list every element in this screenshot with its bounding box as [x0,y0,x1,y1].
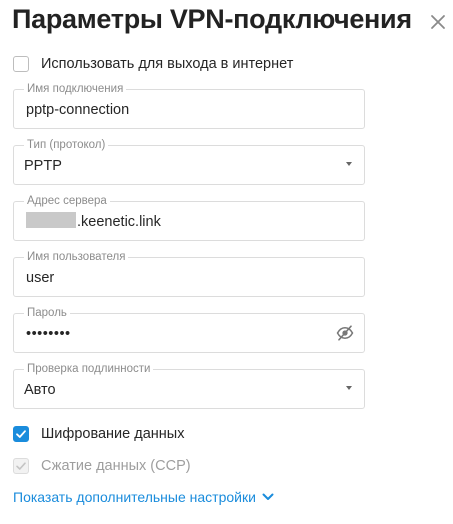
close-icon[interactable] [428,12,448,32]
username-field[interactable]: Имя пользователя user [13,250,365,297]
encryption-checkbox-row[interactable]: Шифрование данных [13,424,184,444]
auth-check-select[interactable]: Проверка подлинности Авто [13,362,365,409]
server-address-value: .keenetic.link [77,214,161,230]
dialog-title: Параметры VPN-подключения [12,4,412,34]
connection-name-input[interactable]: pptp-connection [26,90,129,128]
show-advanced-settings-label: Показать дополнительные настройки [13,489,256,505]
encryption-label: Шифрование данных [41,426,185,442]
chevron-down-icon [262,493,274,500]
use-for-internet-checkbox-row[interactable]: Использовать для выхода в интернет [13,54,293,74]
protocol-value: PPTP [24,158,62,174]
use-for-internet-label: Использовать для выхода в интернет [41,56,294,72]
checkmark-icon [16,430,26,438]
compression-checkbox [13,458,29,474]
eye-off-icon[interactable] [336,324,354,342]
use-for-internet-checkbox[interactable] [13,56,29,72]
server-address-input[interactable]: .keenetic.link [26,202,161,240]
checkmark-icon [16,462,26,470]
compression-label: Сжатие данных (CCP) [41,458,191,474]
encryption-checkbox[interactable] [13,426,29,442]
dropdown-arrow-icon [346,162,352,166]
compression-checkbox-row: Сжатие данных (CCP) [13,456,191,476]
password-field[interactable]: Пароль •••••••• [13,306,365,353]
redacted-block [26,212,76,229]
dropdown-arrow-icon [346,386,352,390]
server-address-field[interactable]: Адрес сервера .keenetic.link [13,194,365,241]
username-input[interactable]: user [26,258,54,296]
password-input[interactable]: •••••••• [26,314,71,352]
auth-check-value: Авто [24,382,56,398]
connection-name-field[interactable]: Имя подключения pptp-connection [13,82,365,129]
protocol-select[interactable]: Тип (протокол) PPTP [13,138,365,185]
show-advanced-settings-link[interactable]: Показать дополнительные настройки [13,489,274,505]
